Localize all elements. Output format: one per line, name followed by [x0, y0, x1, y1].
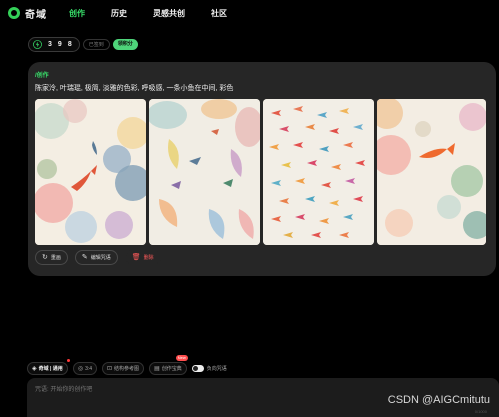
redraw-label: 重画	[50, 255, 61, 261]
swirl-logo-icon	[8, 7, 20, 19]
fish-painting-1-image	[35, 99, 146, 245]
app-logo[interactable]: 奇域	[8, 6, 47, 21]
lightning-icon	[33, 40, 42, 49]
edit-prompt-label: 编辑咒语	[90, 255, 111, 261]
image-ref-icon: ⊡	[107, 366, 113, 372]
fish-painting-3-image	[263, 99, 374, 245]
generated-image-1[interactable]	[35, 99, 146, 245]
points-counter: 3 9 8	[28, 37, 80, 52]
ratio-selector[interactable]: ◎ 3:4	[72, 362, 98, 375]
notification-dot	[66, 359, 70, 362]
nav-history[interactable]: 历史	[111, 8, 127, 19]
counter-digit: 9	[57, 41, 62, 48]
watermark: CSDN @AIGCmitutu	[387, 394, 490, 406]
nav-community[interactable]: 社区	[211, 8, 227, 19]
char-count: 0/1000	[474, 409, 487, 414]
model-label: 奇域 | 通用	[38, 366, 63, 372]
book-icon: ▤	[154, 366, 160, 372]
aspect-ratio-icon: ◎	[77, 366, 84, 372]
cube-icon: ◈	[32, 366, 37, 372]
structure-reference-button[interactable]: ⊡ 结构参考图	[102, 362, 145, 375]
nav-create[interactable]: 创作	[69, 8, 85, 19]
structure-label: 结构参考图	[114, 366, 140, 372]
checked-in-button[interactable]: 已签到	[82, 39, 110, 50]
prompt-input[interactable]	[35, 384, 435, 398]
pencil-icon: ✎	[81, 254, 88, 261]
points-counter-row: 3 9 8 已签到 领积分	[28, 37, 138, 52]
generated-image-2[interactable]	[149, 99, 260, 245]
counter-digit: 8	[67, 41, 72, 48]
image-grid	[35, 99, 486, 245]
generated-image-4[interactable]	[377, 99, 486, 245]
top-navbar: 奇域 创作 历史 灵感共创 社区	[0, 0, 499, 26]
new-badge: New	[175, 355, 188, 361]
edit-prompt-button[interactable]: ✎ 编辑咒语	[74, 250, 118, 265]
fish-painting-2-image	[149, 99, 260, 245]
creation-card: /创作 陈家泠, 叶瑞琨, 极简, 淡雅的色彩, 呼吸感, 一条小鱼在中间, 彩…	[28, 62, 496, 276]
delete-label: 删除	[143, 255, 154, 261]
app-name: 奇域	[25, 9, 47, 21]
generated-image-3[interactable]	[263, 99, 374, 245]
card-tag: /创作	[35, 73, 49, 79]
treasury-label: 创作宝典	[161, 366, 182, 372]
ratio-label: 3:4	[85, 365, 93, 372]
trash-icon: 🗑	[131, 254, 141, 261]
prompt-toolbar: ◈ 奇域 | 通用 ◎ 3:4 ⊡ 结构参考图 ▤ 创作宝典 New 负向咒语	[27, 355, 227, 375]
claim-points-button[interactable]: 领积分	[112, 39, 138, 50]
negative-prompt-toggle[interactable]: 负向咒语	[191, 365, 227, 372]
model-selector[interactable]: ◈ 奇域 | 通用	[27, 359, 70, 375]
card-prompt: 陈家泠, 叶瑞琨, 极简, 淡雅的色彩, 呼吸感, 一条小鱼在中间, 彩色	[35, 85, 234, 92]
redraw-button[interactable]: ↻ 重画	[35, 250, 68, 265]
delete-button[interactable]: 🗑 删除	[124, 250, 161, 265]
main-nav: 创作 历史 灵感共创 社区	[69, 8, 253, 19]
nav-inspiration[interactable]: 灵感共创	[153, 8, 185, 19]
counter-digit: 3	[48, 41, 52, 48]
toggle-switch[interactable]	[191, 365, 204, 372]
treasury-button[interactable]: ▤ 创作宝典 New	[149, 355, 188, 375]
card-actions: ↻ 重画 ✎ 编辑咒语 🗑 删除	[35, 250, 168, 265]
refresh-icon: ↻	[42, 254, 48, 261]
fish-painting-4-image	[377, 99, 486, 245]
negative-prompt-label: 负向咒语	[206, 366, 227, 372]
